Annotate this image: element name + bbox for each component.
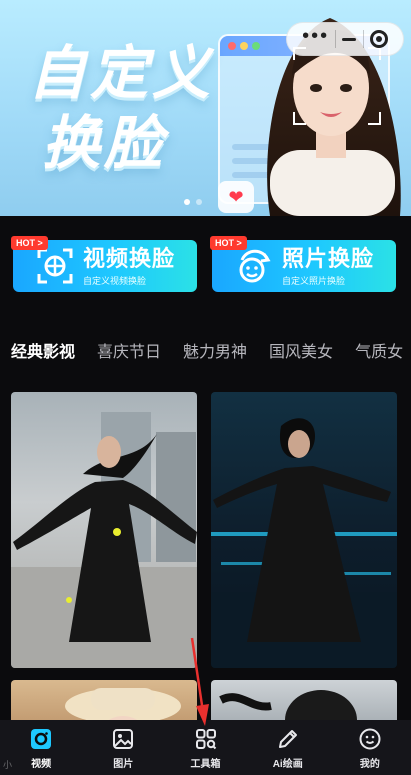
video-face-swap-button[interactable]: HOT > 视频换脸 自定义视频换脸 bbox=[11, 236, 197, 292]
miniprogram-capsule: ••• bbox=[286, 22, 404, 56]
more-dots-icon[interactable]: ••• bbox=[302, 26, 329, 46]
face-scan-icon bbox=[37, 248, 73, 284]
nav-item-toolbox[interactable]: 工具箱 bbox=[164, 720, 246, 775]
grid-apps-icon bbox=[194, 727, 218, 751]
banner-title-line1: 自定义 bbox=[28, 39, 215, 107]
template-card[interactable] bbox=[11, 392, 197, 668]
annotation-arrow-icon bbox=[190, 637, 209, 726]
capsule-divider bbox=[335, 30, 337, 48]
nav-label-profile: 我的 bbox=[359, 759, 380, 770]
nav-item-image[interactable]: 图片 bbox=[82, 720, 164, 775]
smile-face-icon bbox=[358, 727, 382, 751]
carousel-dot bbox=[196, 199, 202, 205]
image-icon bbox=[111, 727, 135, 751]
nav-item-ai-drawing[interactable]: Ai绘画 bbox=[247, 720, 329, 775]
app-root: 自定义 换脸 ❤ ••• HOT > 视频换脸 自定义视频换脸 HOT > 照片… bbox=[0, 0, 411, 775]
carousel-dot bbox=[184, 199, 190, 205]
tab-festival[interactable]: 喜庆节日 bbox=[97, 338, 161, 362]
nav-label-image: 图片 bbox=[113, 759, 134, 770]
hot-badge: HOT > bbox=[11, 236, 48, 250]
face-swap-icon bbox=[239, 249, 271, 283]
template-thumbnail-image bbox=[211, 418, 397, 668]
minimize-icon[interactable] bbox=[342, 29, 357, 49]
pencil-icon bbox=[276, 727, 300, 751]
target-close-icon[interactable] bbox=[369, 30, 388, 48]
photo-face-swap-button[interactable]: HOT > 照片换脸 自定义照片换脸 bbox=[210, 236, 396, 292]
capsule-divider bbox=[362, 30, 364, 48]
video-camera-icon bbox=[29, 727, 53, 751]
photo-face-swap-title: 照片换脸 bbox=[282, 245, 375, 271]
nav-label-toolbox: 工具箱 bbox=[190, 759, 221, 770]
video-face-swap-subtitle: 自定义视频换脸 bbox=[83, 275, 147, 286]
watermark-text: 小 bbox=[3, 760, 13, 770]
nav-label-ai-drawing: Ai绘画 bbox=[272, 759, 303, 770]
bottom-nav: 视频 图片 工具箱 Ai绘画 我的 bbox=[0, 720, 411, 775]
heart-icon: ❤ bbox=[218, 181, 254, 213]
category-tabs: 经典影视 喜庆节日 魅力男神 国风美女 气质女 bbox=[0, 330, 411, 370]
template-card[interactable] bbox=[211, 392, 397, 668]
tab-classic-film[interactable]: 经典影视 bbox=[11, 338, 75, 362]
video-face-swap-title: 视频换脸 bbox=[83, 245, 176, 271]
carousel-indicator bbox=[184, 199, 202, 205]
template-thumbnail-image bbox=[11, 412, 197, 668]
tab-elegant-women[interactable]: 气质女 bbox=[355, 338, 403, 362]
nav-item-video[interactable]: 视频 bbox=[0, 720, 82, 775]
nav-item-profile[interactable]: 我的 bbox=[329, 720, 411, 775]
banner-title-line2: 换脸 bbox=[42, 109, 167, 177]
photo-face-swap-subtitle: 自定义照片换脸 bbox=[282, 275, 346, 286]
banner-title: 自定义 换脸 bbox=[28, 38, 228, 178]
hot-badge: HOT > bbox=[210, 236, 247, 250]
tab-chinese-beauty[interactable]: 国风美女 bbox=[269, 338, 333, 362]
nav-label-video: 视频 bbox=[31, 759, 52, 770]
tab-charming-men[interactable]: 魅力男神 bbox=[183, 338, 247, 362]
